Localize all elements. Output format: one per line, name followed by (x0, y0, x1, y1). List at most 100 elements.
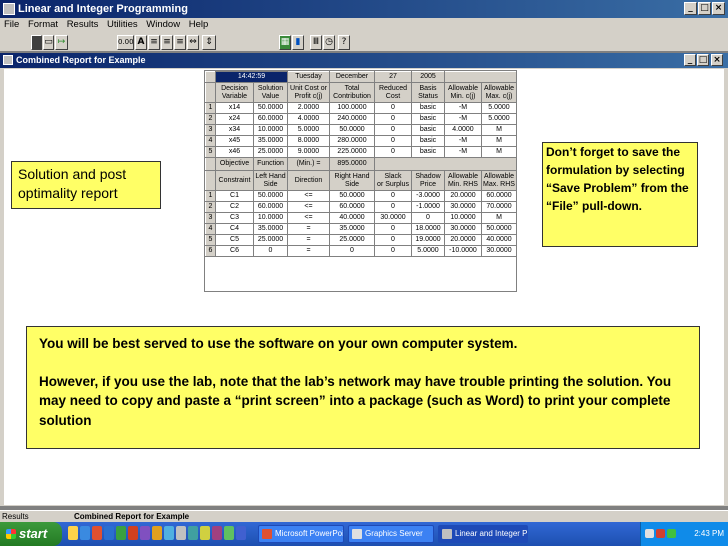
variable-cell[interactable]: basic (411, 146, 445, 158)
constraint-cell[interactable]: 60.0000 (253, 201, 288, 213)
constraint-cell[interactable]: 18.0000 (411, 223, 445, 235)
variable-cell[interactable]: 5.0000 (481, 113, 517, 125)
constraint-cell[interactable]: 30.0000 (444, 201, 482, 213)
menu-utilities[interactable]: Utilities (107, 19, 138, 30)
variable-cell[interactable]: 0 (374, 113, 412, 125)
constraint-cell[interactable]: 30.0000 (481, 245, 517, 257)
constraint-cell[interactable]: -1.0000 (411, 201, 445, 213)
child-close-button[interactable]: × (711, 54, 723, 66)
menu-results[interactable]: Results (67, 19, 99, 30)
variable-cell[interactable]: -M (444, 135, 482, 147)
close-button[interactable]: × (712, 2, 725, 15)
constraint-cell[interactable]: 25.0000 (329, 234, 375, 246)
child-maximize-button[interactable]: □ (697, 54, 709, 66)
constraint-cell[interactable]: C5 (215, 234, 254, 246)
variable-cell[interactable]: 50.0000 (253, 102, 288, 114)
quicklaunch-powerpoint-icon[interactable] (128, 526, 138, 540)
constraint-cell[interactable]: 35.0000 (329, 223, 375, 235)
constraint-cell[interactable]: 60.0000 (329, 201, 375, 213)
variable-cell[interactable]: x24 (215, 113, 254, 125)
constraint-cell[interactable]: C2 (215, 201, 254, 213)
align-right-icon[interactable]: ≡ (174, 35, 186, 50)
grid-view-icon[interactable]: ▦ (279, 35, 291, 50)
quicklaunch-app6-icon[interactable] (224, 526, 234, 540)
quicklaunch-media-icon[interactable] (92, 526, 102, 540)
align-center-icon[interactable]: ≡ (161, 35, 173, 50)
variable-cell[interactable]: 5.0000 (287, 124, 330, 136)
constraint-cell[interactable]: M (481, 212, 517, 224)
variable-cell[interactable]: 60.0000 (253, 113, 288, 125)
constraint-cell[interactable]: 20.0000 (444, 234, 482, 246)
variable-cell[interactable]: basic (411, 102, 445, 114)
variable-cell[interactable]: 4.0000 (287, 113, 330, 125)
quicklaunch-outlook-icon[interactable] (152, 526, 162, 540)
variable-cell[interactable]: x34 (215, 124, 254, 136)
constraint-cell[interactable]: 50.0000 (253, 190, 288, 202)
constraint-cell[interactable]: 5.0000 (411, 245, 445, 257)
tray-antivirus-icon[interactable] (656, 529, 665, 538)
variable-cell[interactable]: 100.0000 (329, 102, 375, 114)
constraint-cell[interactable]: 10.0000 (444, 212, 482, 224)
constraint-cell[interactable]: C1 (215, 190, 254, 202)
bar-chart-icon[interactable]: ▮ (292, 35, 304, 50)
variable-cell[interactable]: 25.0000 (253, 146, 288, 158)
constraint-cell[interactable]: 10.0000 (253, 212, 288, 224)
variable-cell[interactable]: 0 (374, 124, 412, 136)
constraint-cell[interactable]: 30.0000 (444, 223, 482, 235)
variable-cell[interactable]: 4.0000 (444, 124, 482, 136)
row-height-icon[interactable]: ⇕ (202, 35, 216, 50)
quicklaunch-app4-icon[interactable] (200, 526, 210, 540)
variable-cell[interactable]: 10.0000 (253, 124, 288, 136)
quicklaunch-word-icon[interactable] (104, 526, 114, 540)
variable-cell[interactable]: x14 (215, 102, 254, 114)
variable-cell[interactable]: x46 (215, 146, 254, 158)
quicklaunch-excel-icon[interactable] (116, 526, 126, 540)
align-left-icon[interactable]: ≡ (148, 35, 160, 50)
variable-cell[interactable]: basic (411, 124, 445, 136)
constraint-cell[interactable]: 0 (374, 190, 412, 202)
constraint-cell[interactable]: 0 (374, 223, 412, 235)
start-button[interactable]: start (0, 522, 62, 546)
constraint-cell[interactable]: 0 (411, 212, 445, 224)
variable-cell[interactable]: basic (411, 135, 445, 147)
quicklaunch-app3-icon[interactable] (188, 526, 198, 540)
quicklaunch-app7-icon[interactable] (236, 526, 246, 540)
tray-app-icon[interactable] (667, 529, 676, 538)
quicklaunch-ie-icon[interactable] (80, 526, 90, 540)
variable-cell[interactable]: 240.0000 (329, 113, 375, 125)
constraint-cell[interactable]: -10.0000 (444, 245, 482, 257)
menu-window[interactable]: Window (146, 19, 180, 30)
constraint-cell[interactable]: 0 (374, 234, 412, 246)
quicklaunch-app2-icon[interactable] (176, 526, 186, 540)
quicklaunch-folder-icon[interactable] (68, 526, 78, 540)
constraint-cell[interactable]: 50.0000 (481, 223, 517, 235)
variable-cell[interactable]: 225.0000 (329, 146, 375, 158)
quicklaunch-app-icon[interactable] (164, 526, 174, 540)
task-graphics-server[interactable]: Graphics Server (348, 525, 434, 543)
variable-cell[interactable]: -M (444, 146, 482, 158)
minimize-button[interactable]: _ (684, 2, 697, 15)
column-width-icon[interactable]: ⇔ (187, 35, 199, 50)
variable-cell[interactable]: 8.0000 (287, 135, 330, 147)
constraint-cell[interactable]: = (287, 223, 330, 235)
variable-cell[interactable]: x45 (215, 135, 254, 147)
clock-icon[interactable]: ◷ (323, 35, 335, 50)
variable-cell[interactable]: -M (444, 113, 482, 125)
variable-cell[interactable]: 0 (374, 102, 412, 114)
constraint-cell[interactable]: 60.0000 (481, 190, 517, 202)
child-minimize-button[interactable]: _ (684, 54, 696, 66)
constraint-cell[interactable]: 0 (253, 245, 288, 257)
constraint-cell[interactable]: = (287, 245, 330, 257)
constraint-cell[interactable]: = (287, 234, 330, 246)
constraint-cell[interactable]: <= (287, 212, 330, 224)
variable-cell[interactable]: M (481, 124, 517, 136)
variable-cell[interactable]: -M (444, 102, 482, 114)
columns-icon[interactable]: Ⅲ (310, 35, 322, 50)
constraint-cell[interactable]: 30.0000 (374, 212, 412, 224)
variable-cell[interactable]: M (481, 135, 517, 147)
constraint-cell[interactable]: 25.0000 (253, 234, 288, 246)
constraint-cell[interactable]: <= (287, 201, 330, 213)
variable-cell[interactable]: 0 (374, 135, 412, 147)
constraint-cell[interactable]: 50.0000 (329, 190, 375, 202)
constraint-cell[interactable]: 0 (374, 201, 412, 213)
